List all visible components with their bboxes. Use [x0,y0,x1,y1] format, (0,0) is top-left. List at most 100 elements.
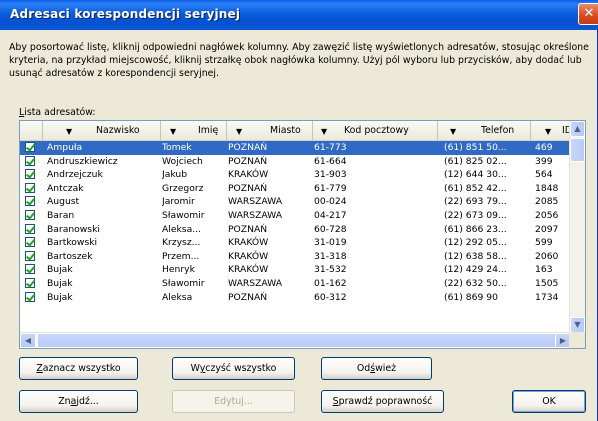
close-button[interactable]: ✕ [578,3,598,25]
vertical-scrollbar[interactable]: ▲ ▼ [569,121,585,333]
edit-button[interactable]: Edytuj... [172,390,295,413]
cell-nazwisko: Andrzejczuk [47,169,103,181]
cell-imie: Aleksa [162,291,193,303]
filter-arrow-icon[interactable]: ▼ [321,122,327,140]
cell-miasto: POZNAŃ [228,223,268,235]
cell-kod: 01-162 [314,277,347,289]
cell-nazwisko: Andruszkiewicz [47,155,118,167]
table-row[interactable]: Bartoszek Przem... KRAKÓW 31-318 (12) 638 58… [20,250,571,264]
cell-kod: 31-019 [314,237,347,249]
cell-miasto: WARSZAWA [228,209,283,221]
cell-id: 469 [535,142,553,153]
ok-button[interactable]: OK [512,390,586,413]
include-checkbox[interactable] [25,169,35,180]
cell-id: 2056 [535,209,559,221]
cell-id: 1505 [535,277,559,289]
cell-kod: 31-903 [314,169,347,181]
include-checkbox[interactable] [25,223,35,234]
scroll-left-button[interactable]: ◀ [20,333,36,348]
scrollbar-corner [569,332,585,348]
button-label: czyść wszystko [205,363,277,374]
button-label-pre: Zn [58,396,71,407]
cell-kod: 00-024 [314,196,347,208]
horizontal-scrollbar[interactable]: ◀ ▶ [20,332,571,348]
cell-telefon: (22) 632 50... [444,277,507,289]
cell-nazwisko: Bujak [47,264,73,276]
table-row[interactable]: Andruszkiewicz Wojciech POZNAŃ 61-664 (61) 8… [20,155,571,169]
table-row[interactable]: Ampuła Tomek POZNAŃ 61-773 (61) 851 50... 469 [20,141,571,155]
include-checkbox[interactable] [25,291,35,302]
include-checkbox[interactable] [25,209,35,220]
cell-imie: Henryk [162,264,195,276]
filter-arrow-icon[interactable]: ▼ [545,122,551,140]
validate-button[interactable]: Sprawdź poprawność [321,390,444,413]
cell-telefon: (61) 852 42... [444,182,507,194]
table-row[interactable]: Baran Sławomir WARSZAWA 04-217 (22) 673 09..… [20,209,571,223]
close-icon: ✕ [583,6,595,21]
table-row[interactable]: Bartkowski Krzysz... KRAKÓW 31-019 (12) 292 … [20,236,571,250]
horizontal-scroll-thumb[interactable] [37,333,557,348]
button-label: prawdź poprawność [338,396,433,407]
table-row[interactable]: Bujak Aleksa POZNAŃ 60-312 (61) 869 90 1734 [20,291,571,305]
cell-id: 1848 [535,182,559,194]
vertical-scroll-thumb[interactable] [570,138,585,162]
cell-kod: 61-664 [314,155,347,167]
include-checkbox[interactable] [25,196,35,207]
cell-id: 399 [535,155,553,167]
filter-arrow-icon[interactable]: ▼ [236,122,242,140]
cell-miasto: WARSZAWA [228,196,283,208]
button-label-pre: Od [356,363,371,374]
column-header-id[interactable]: ▼ ID [531,121,571,140]
column-header-check[interactable] [20,121,43,140]
cell-id: 2060 [535,250,559,262]
cell-kod: 31-532 [314,264,347,276]
table-row[interactable]: Andrzejczuk Jakub KRAKÓW 31-903 (12) 644 30.… [20,168,571,182]
cell-kod: 60-728 [314,223,347,235]
column-header-nazwisko[interactable]: ▼ Nazwisko [43,121,161,140]
cell-nazwisko: Bujak [47,277,73,289]
cell-imie: Aleksa... [162,223,201,235]
table-row[interactable]: Baranowski Aleksa... POZNAŃ 60-728 (61) 866 … [20,223,571,237]
include-checkbox[interactable] [25,277,35,288]
table-row[interactable]: Antczak Grzegorz POZNAŃ 61-779 (61) 852 42..… [20,182,571,196]
chevron-up-icon: ▲ [574,124,581,133]
scroll-up-button[interactable]: ▲ [570,121,585,137]
include-checkbox[interactable] [25,155,35,166]
window-title: Adresaci korespondencji seryjnej [10,7,241,21]
include-checkbox[interactable] [25,250,35,261]
select-all-button[interactable]: Zaznacz wszystko [19,357,138,380]
recipient-list[interactable]: ▼ Nazwisko ▼ Imię ▼ Miasto ▼ Kod pocztow… [19,120,586,349]
cell-nazwisko: Baranowski [47,223,100,235]
include-checkbox[interactable] [25,182,35,193]
column-header-telefon[interactable]: ▼ Telefon [438,121,531,140]
include-checkbox[interactable] [25,237,35,248]
cell-telefon: (61) 869 90 [444,291,498,303]
column-header-imie[interactable]: ▼ Imię [161,121,227,140]
cell-miasto: POZNAŃ [228,142,268,153]
filter-arrow-icon[interactable]: ▼ [450,122,456,140]
column-header-miasto[interactable]: ▼ Miasto [227,121,313,140]
column-header-kod[interactable]: ▼ Kod pocztowy [313,121,438,140]
table-row[interactable]: Bujak Henryk KRAKÓW 31-532 (12) 429 24... 163 [20,263,571,277]
cell-miasto: WARSZAWA [228,277,283,289]
title-bar[interactable]: Adresaci korespondencji seryjnej ✕ [0,0,598,30]
cell-telefon: (12) 644 30... [444,169,507,181]
cell-kod: 60-312 [314,291,347,303]
clear-all-button[interactable]: Wyczyść wszystko [172,357,295,380]
cell-id: 564 [535,169,553,181]
chevron-down-icon: ▼ [574,320,581,329]
filter-arrow-icon[interactable]: ▼ [66,122,72,140]
cell-telefon: (12) 292 05... [444,237,507,249]
find-button[interactable]: Znajdź... [19,390,138,413]
cell-telefon: (61) 825 02... [444,155,507,167]
filter-arrow-icon[interactable]: ▼ [170,122,176,140]
button-label-pre: W [190,363,200,374]
refresh-button[interactable]: Odśwież [321,357,432,380]
cell-miasto: KRAKÓW [228,250,269,262]
cell-telefon: (61) 851 50... [444,142,507,153]
scroll-down-button[interactable]: ▼ [570,317,585,333]
include-checkbox[interactable] [25,142,35,152]
table-row[interactable]: August Jaromir WARSZAWA 00-024 (22) 693 79..… [20,195,571,209]
table-row[interactable]: Bujak Sławomir WARSZAWA 01-162 (22) 632 50..… [20,277,571,291]
include-checkbox[interactable] [25,264,35,275]
